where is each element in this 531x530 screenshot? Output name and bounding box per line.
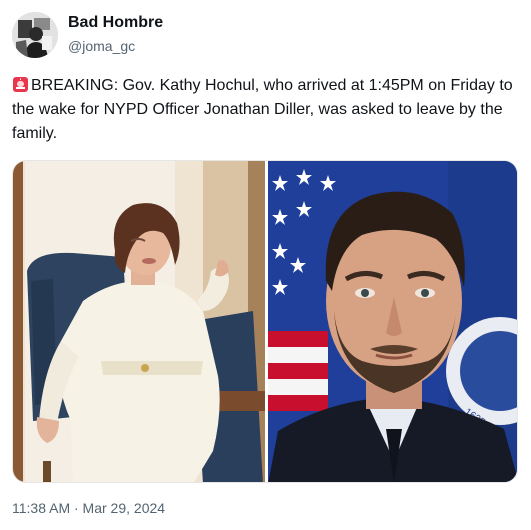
avatar-image — [12, 12, 58, 58]
display-name[interactable]: Bad Hombre — [68, 14, 163, 32]
user-handle[interactable]: @joma_gc — [68, 38, 135, 54]
tweet-media[interactable]: 1625 — [12, 160, 518, 483]
tweet-timestamp[interactable]: 11:38 AM · Mar 29, 2024 — [12, 500, 165, 516]
woman-in-white-dress-seated-photo[interactable] — [13, 161, 265, 482]
police-officer-portrait-photo[interactable]: 1625 — [268, 161, 517, 482]
tweet-text: BREAKING: Gov. Kathy Hochul, who arrived… — [12, 74, 522, 146]
avatar[interactable] — [12, 12, 58, 58]
police-siren-icon — [12, 76, 29, 93]
tweet-card: Bad Hombre @joma_gc BREAKING: Gov. Kathy… — [0, 0, 531, 530]
tweet-body: BREAKING: Gov. Kathy Hochul, who arrived… — [12, 77, 513, 142]
